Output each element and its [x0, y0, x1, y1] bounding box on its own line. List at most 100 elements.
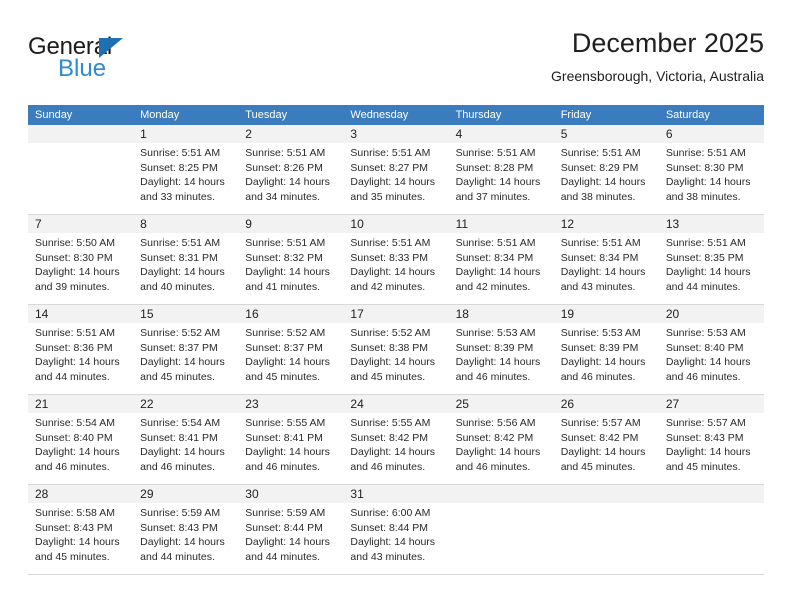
daylight-text-line2: and 33 minutes. [140, 190, 215, 203]
day-sun-info: Sunrise: 5:55 AM Sunset: 8:42 PM Daylight:… [343, 413, 448, 474]
weekday-header-row: Sunday Monday Tuesday Wednesday Thursday Frid… [28, 105, 764, 125]
sunset-text: Sunset: 8:41 PM [245, 431, 323, 444]
calendar-day-cell[interactable]: 12 Sunrise: 5:51 AM Sunset: 8:34 PM Dayligh… [553, 215, 659, 304]
day-number-band [553, 485, 659, 503]
calendar-day-cell[interactable]: 24 Sunrise: 5:55 AM Sunset: 8:42 PM Dayligh… [343, 395, 449, 484]
calendar-day-cell[interactable]: 11 Sunrise: 5:51 AM Sunset: 8:34 PM Dayligh… [448, 215, 554, 304]
general-blue-logo[interactable]: General Blue [28, 34, 208, 92]
sunset-text: Sunset: 8:44 PM [350, 521, 429, 534]
calendar-day-cell[interactable]: 9 Sunrise: 5:51 AM Sunset: 8:32 PM Daylight… [238, 215, 344, 304]
calendar-day-cell[interactable]: 23 Sunrise: 5:55 AM Sunset: 8:41 PM Dayligh… [238, 395, 344, 484]
day-number-band: 10 [343, 215, 449, 233]
daylight-text-line1: Daylight: 14 hours [245, 356, 330, 368]
sunset-text: Sunset: 8:34 PM [560, 251, 639, 264]
sunset-text: Sunset: 8:38 PM [350, 341, 429, 354]
calendar-day-cell[interactable]: 7 Sunrise: 5:50 AM Sunset: 8:30 PM Daylight… [28, 215, 134, 304]
day-sun-info: Sunrise: 5:51 AM Sunset: 8:33 PM Daylight:… [343, 233, 448, 294]
day-sun-info: Sunrise: 5:50 AM Sunset: 8:30 PM Daylight:… [28, 233, 133, 294]
daylight-text-line2: and 43 minutes. [560, 280, 636, 293]
day-number: 13 [665, 217, 680, 231]
daylight-text-line1: Daylight: 14 hours [140, 446, 225, 458]
sunrise-text: Sunrise: 5:52 AM [140, 327, 221, 339]
day-number: 4 [455, 127, 463, 141]
calendar-day-cell[interactable]: 16 Sunrise: 5:52 AM Sunset: 8:37 PM Dayligh… [238, 305, 344, 394]
day-number: 8 [140, 217, 147, 231]
sunset-text: Sunset: 8:27 PM [350, 161, 429, 174]
day-number-band: 18 [448, 305, 554, 323]
day-number: 1 [140, 127, 147, 141]
day-sun-info: Sunrise: 5:51 AM Sunset: 8:30 PM Daylight:… [659, 143, 764, 204]
calendar-week-row: 28 Sunrise: 5:58 AM Sunset: 8:43 PM Dayligh… [28, 485, 764, 575]
day-sun-info: Sunrise: 5:59 AM Sunset: 8:43 PM Daylight:… [133, 503, 238, 564]
calendar-day-cell[interactable]: 18 Sunrise: 5:53 AM Sunset: 8:39 PM Dayligh… [448, 305, 554, 394]
day-sun-info: Sunrise: 5:51 AM Sunset: 8:27 PM Daylight:… [343, 143, 448, 204]
day-number: 28 [35, 487, 49, 501]
calendar-day-cell[interactable]: 30 Sunrise: 5:59 AM Sunset: 8:44 PM Dayligh… [238, 485, 344, 574]
sunset-text: Sunset: 8:26 PM [245, 161, 323, 174]
daylight-text-line1: Daylight: 14 hours [560, 446, 646, 458]
daylight-text-line1: Daylight: 14 hours [665, 176, 751, 188]
calendar-day-cell[interactable]: 13 Sunrise: 5:51 AM Sunset: 8:35 PM Dayligh… [658, 215, 764, 304]
calendar-day-cell[interactable]: 27 Sunrise: 5:57 AM Sunset: 8:43 PM Dayligh… [658, 395, 764, 484]
calendar-day-cell[interactable]: 4 Sunrise: 5:51 AM Sunset: 8:28 PM Daylight… [448, 125, 554, 214]
calendar-day-cell[interactable]: 1 Sunrise: 5:51 AM Sunset: 8:25 PM Daylight… [133, 125, 239, 214]
day-sun-info: Sunrise: 5:51 AM Sunset: 8:29 PM Daylight:… [554, 143, 659, 204]
calendar-day-cell[interactable]: 29 Sunrise: 5:59 AM Sunset: 8:43 PM Dayligh… [133, 485, 239, 574]
sunrise-text: Sunrise: 5:52 AM [245, 327, 326, 339]
day-number: 16 [245, 307, 259, 321]
sunset-text: Sunset: 8:42 PM [350, 431, 429, 444]
page-title: December 2025 [571, 28, 764, 58]
sunset-text: Sunset: 8:43 PM [35, 521, 113, 534]
day-number-band: 2 [238, 125, 344, 143]
sunset-text: Sunset: 8:44 PM [245, 521, 323, 534]
day-sun-info: Sunrise: 5:51 AM Sunset: 8:28 PM Daylight:… [449, 143, 554, 204]
calendar-day-cell[interactable]: 8 Sunrise: 5:51 AM Sunset: 8:31 PM Daylight… [133, 215, 239, 304]
day-sun-info: Sunrise: 5:53 AM Sunset: 8:39 PM Daylight:… [554, 323, 659, 384]
day-number: 14 [35, 307, 49, 321]
day-number-band: 16 [238, 305, 344, 323]
calendar-day-cell[interactable]: 6 Sunrise: 5:51 AM Sunset: 8:30 PM Daylight… [658, 125, 764, 214]
calendar-day-cell[interactable]: 25 Sunrise: 5:56 AM Sunset: 8:42 PM Dayligh… [448, 395, 554, 484]
daylight-text-line2: and 41 minutes. [245, 280, 320, 293]
sunrise-text: Sunrise: 5:57 AM [665, 417, 746, 429]
calendar-day-cell[interactable]: 15 Sunrise: 5:52 AM Sunset: 8:37 PM Dayligh… [133, 305, 239, 394]
calendar-day-cell[interactable]: 17 Sunrise: 5:52 AM Sunset: 8:38 PM Dayligh… [343, 305, 449, 394]
day-number-band [28, 125, 134, 143]
calendar-day-cell[interactable]: 3 Sunrise: 5:51 AM Sunset: 8:27 PM Daylight… [343, 125, 449, 214]
day-number: 11 [455, 217, 469, 231]
day-number: 22 [140, 397, 154, 411]
day-number-band: 23 [238, 395, 344, 413]
weekday-header-wednesday: Wednesday [350, 109, 409, 121]
daylight-text-line1: Daylight: 14 hours [350, 356, 436, 368]
calendar-day-cell[interactable]: 26 Sunrise: 5:57 AM Sunset: 8:42 PM Dayligh… [553, 395, 659, 484]
daylight-text-line2: and 35 minutes. [350, 190, 426, 203]
calendar-day-cell[interactable]: 22 Sunrise: 5:54 AM Sunset: 8:41 PM Dayligh… [133, 395, 239, 484]
daylight-text-line2: and 45 minutes. [665, 460, 741, 473]
calendar-grid: Sunday Monday Tuesday Wednesday Thursday Frid… [28, 105, 764, 575]
calendar-day-cell[interactable]: 14 Sunrise: 5:51 AM Sunset: 8:36 PM Dayligh… [28, 305, 134, 394]
daylight-text-line1: Daylight: 14 hours [455, 176, 541, 188]
daylight-text-line1: Daylight: 14 hours [245, 536, 330, 548]
day-number: 12 [560, 217, 575, 231]
calendar-day-cell[interactable]: 31 Sunrise: 6:00 AM Sunset: 8:44 PM Dayligh… [343, 485, 449, 574]
sunset-text: Sunset: 8:43 PM [665, 431, 744, 444]
calendar-day-cell[interactable]: 10 Sunrise: 5:51 AM Sunset: 8:33 PM Dayligh… [343, 215, 449, 304]
daylight-text-line1: Daylight: 14 hours [140, 356, 225, 368]
calendar-day-cell[interactable]: 21 Sunrise: 5:54 AM Sunset: 8:40 PM Dayligh… [28, 395, 134, 484]
calendar-day-cell[interactable]: 20 Sunrise: 5:53 AM Sunset: 8:40 PM Dayligh… [658, 305, 764, 394]
calendar-day-cell[interactable]: 19 Sunrise: 5:53 AM Sunset: 8:39 PM Dayligh… [553, 305, 659, 394]
sunset-text: Sunset: 8:30 PM [35, 251, 113, 264]
day-number: 21 [35, 397, 49, 411]
sunrise-text: Sunrise: 5:51 AM [455, 147, 536, 159]
sunrise-text: Sunrise: 5:55 AM [245, 417, 326, 429]
sunrise-text: Sunrise: 5:51 AM [245, 237, 326, 249]
day-sun-info: Sunrise: 5:51 AM Sunset: 8:35 PM Daylight:… [659, 233, 764, 294]
day-number-band: 15 [133, 305, 239, 323]
day-number-band: 4 [448, 125, 554, 143]
sunrise-text: Sunrise: 5:50 AM [35, 237, 115, 249]
day-number-band: 17 [343, 305, 449, 323]
sunrise-text: Sunrise: 5:54 AM [140, 417, 221, 429]
calendar-day-cell[interactable]: 2 Sunrise: 5:51 AM Sunset: 8:26 PM Daylight… [238, 125, 344, 214]
calendar-day-cell[interactable]: 28 Sunrise: 5:58 AM Sunset: 8:43 PM Dayligh… [28, 485, 134, 574]
calendar-day-cell[interactable]: 5 Sunrise: 5:51 AM Sunset: 8:29 PM Daylight… [553, 125, 659, 214]
